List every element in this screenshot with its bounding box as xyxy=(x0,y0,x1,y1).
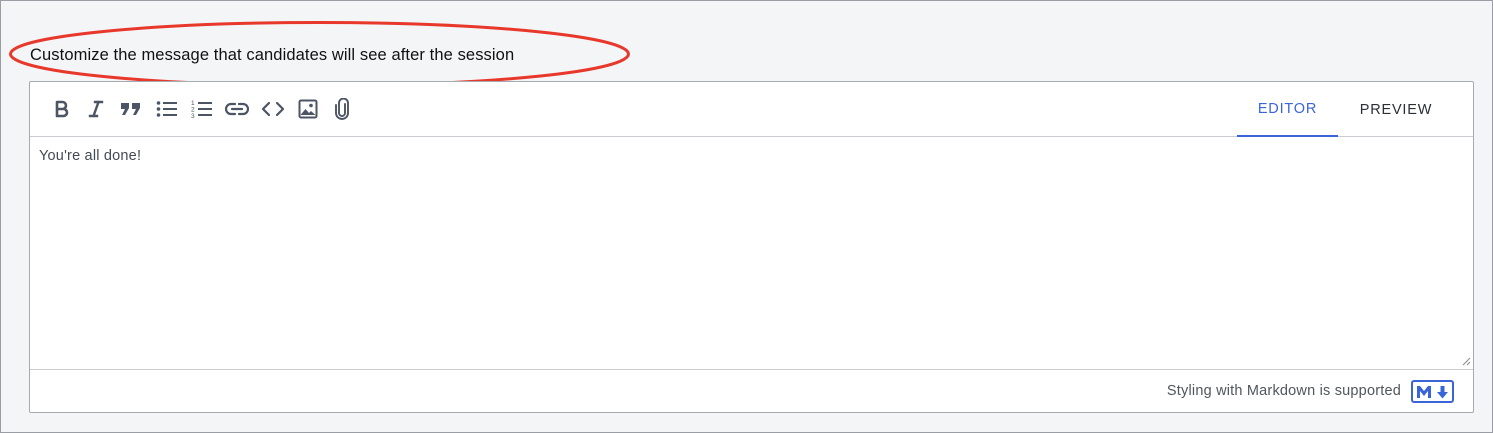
paperclip-icon xyxy=(335,98,349,120)
markdown-support-note: Styling with Markdown is supported xyxy=(1166,383,1401,399)
quote-button[interactable] xyxy=(119,97,143,121)
resize-handle-icon[interactable] xyxy=(1461,356,1471,366)
image-button[interactable] xyxy=(296,97,320,121)
italic-button[interactable] xyxy=(84,97,108,121)
attachment-button[interactable] xyxy=(330,97,354,121)
message-label: Customize the message that candidates wi… xyxy=(30,46,515,64)
italic-icon xyxy=(88,100,104,118)
markdown-editor: 1 2 3 EDITOR PREVIEW You're all done! St… xyxy=(29,81,1474,413)
image-icon xyxy=(298,99,318,119)
bold-icon xyxy=(55,100,69,118)
tab-editor[interactable]: EDITOR xyxy=(1237,82,1338,137)
link-icon xyxy=(225,102,249,116)
page-frame: Customize the message that candidates wi… xyxy=(0,0,1493,433)
numbered-list-button[interactable]: 1 2 3 xyxy=(190,97,214,121)
numbered-list-icon: 1 2 3 xyxy=(191,100,212,119)
code-icon xyxy=(261,101,285,117)
editor-toolbar: 1 2 3 EDITOR PREVIEW xyxy=(30,82,1473,137)
bulleted-list-icon xyxy=(156,101,177,117)
message-textarea[interactable]: You're all done! xyxy=(30,138,1473,369)
bulleted-list-button[interactable] xyxy=(155,97,179,121)
bold-button[interactable] xyxy=(50,97,74,121)
tab-preview[interactable]: PREVIEW xyxy=(1344,82,1448,137)
quote-icon xyxy=(121,103,140,115)
link-button[interactable] xyxy=(225,97,249,121)
markdown-icon xyxy=(1416,385,1448,398)
markdown-badge[interactable] xyxy=(1411,380,1454,403)
editor-footer: Styling with Markdown is supported xyxy=(30,369,1473,413)
svg-text:3: 3 xyxy=(191,113,195,119)
code-button[interactable] xyxy=(261,97,285,121)
